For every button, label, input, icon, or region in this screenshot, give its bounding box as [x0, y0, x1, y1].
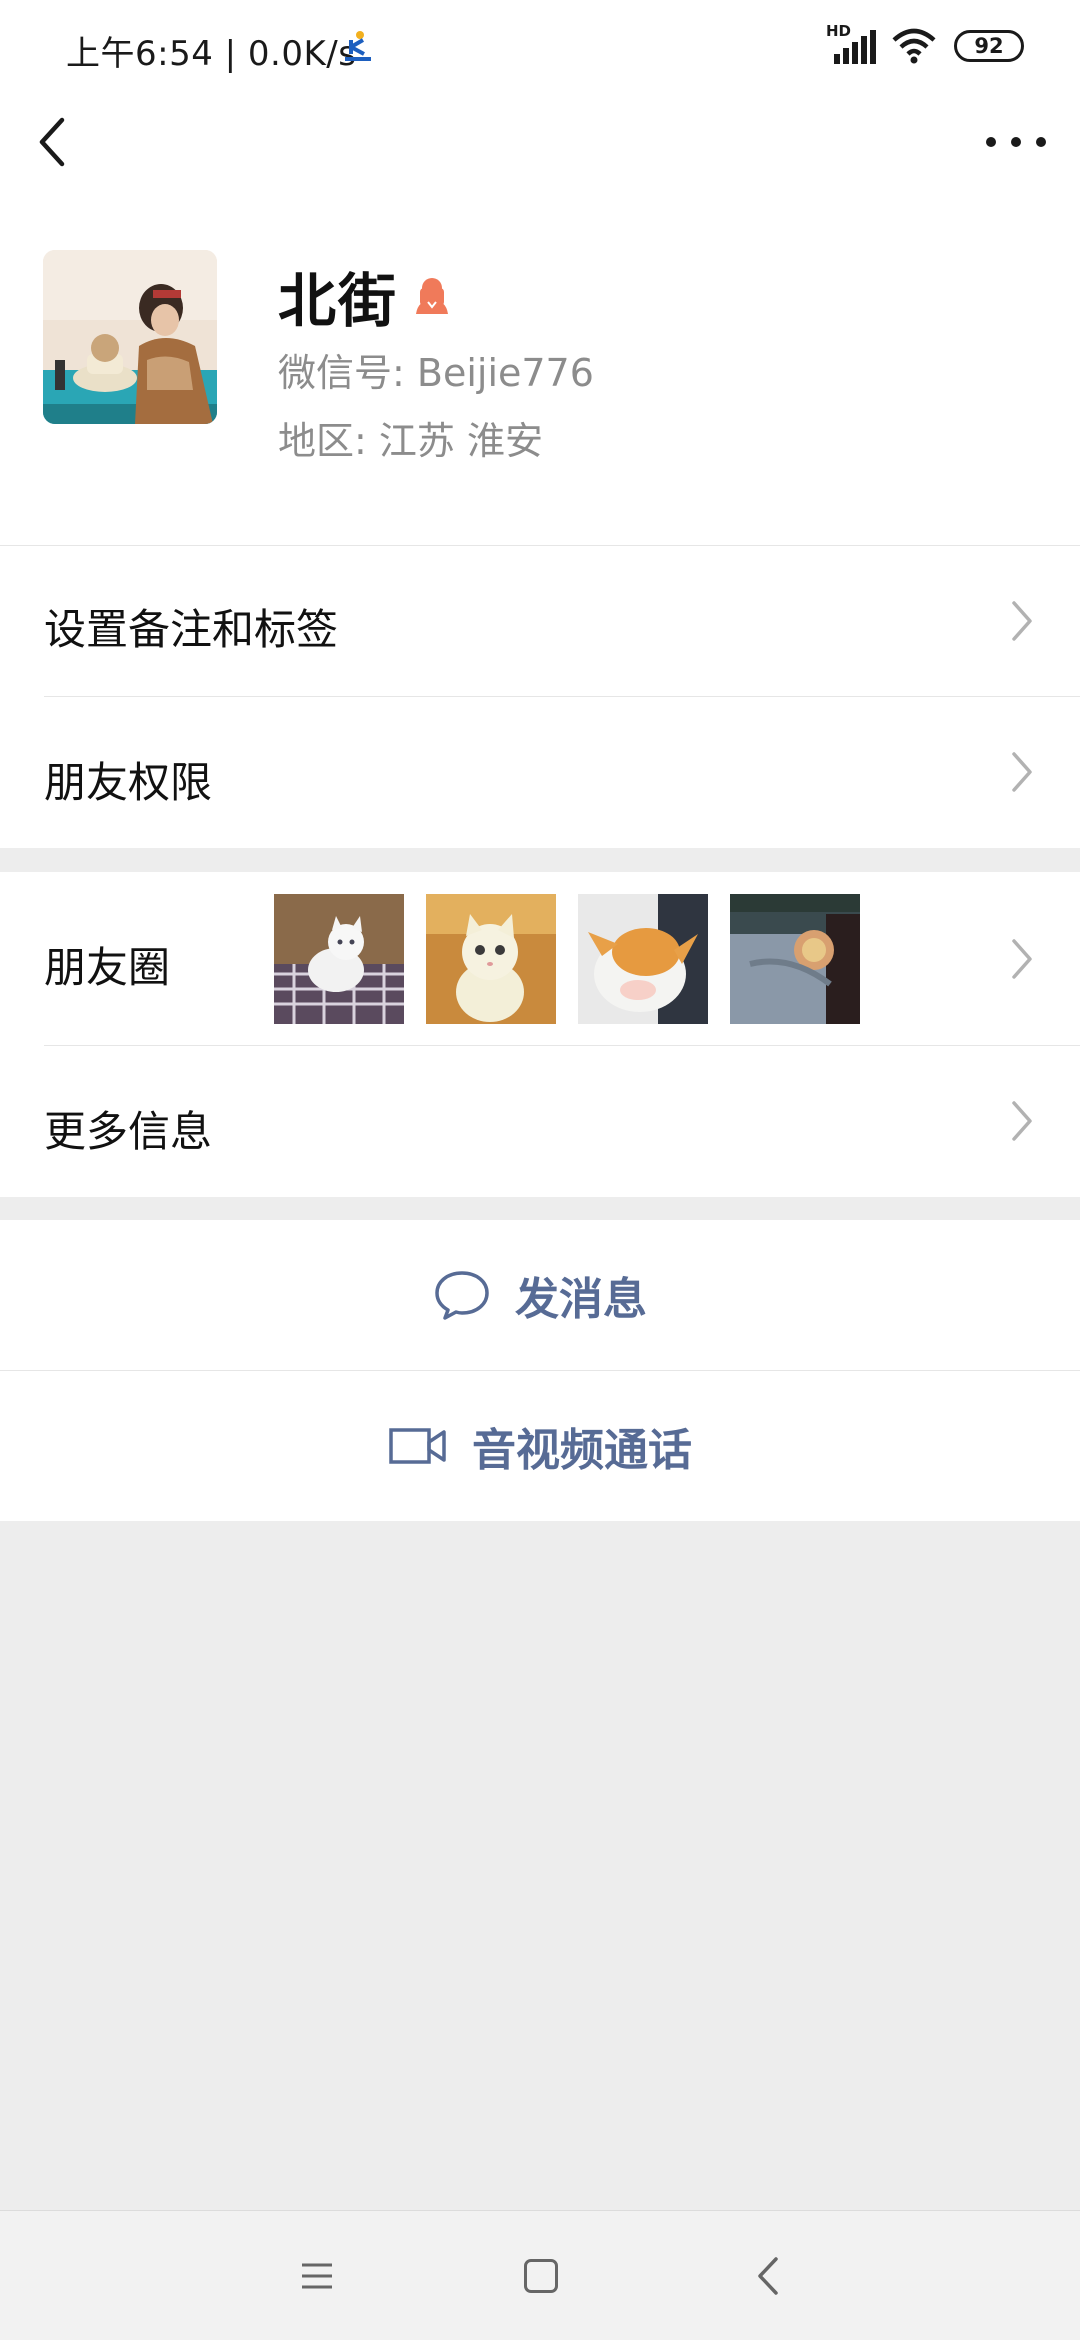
- remark-tags-label: 设置备注和标签: [44, 605, 339, 654]
- back-chevron-icon[interactable]: [34, 114, 74, 170]
- av-call-button[interactable]: 音视频通话: [0, 1371, 1080, 1521]
- nav-bar: [0, 96, 1080, 188]
- menu-icon[interactable]: [300, 2261, 334, 2291]
- friend-permissions-label: 朋友权限: [44, 758, 213, 807]
- send-message-label: 发消息: [515, 1274, 647, 1325]
- contact-name: 北街: [278, 267, 399, 335]
- moments-thumbnails: [274, 894, 860, 1024]
- chevron-right-icon: [1012, 601, 1032, 641]
- avatar[interactable]: [43, 250, 217, 424]
- chevron-right-icon: [1012, 752, 1032, 792]
- remark-tags-row[interactable]: 设置备注和标签: [0, 546, 1080, 697]
- friend-permissions-row[interactable]: 朋友权限: [0, 697, 1080, 848]
- more-info-label: 更多信息: [44, 1107, 213, 1156]
- status-time-speed: 上午6:54 | 0.0K/s: [66, 34, 357, 74]
- battery-level: 92: [974, 34, 1004, 58]
- moments-row[interactable]: 朋友圈: [0, 872, 1080, 1046]
- more-info-row[interactable]: 更多信息: [0, 1046, 1080, 1197]
- chat-bubble-icon: [435, 1271, 489, 1320]
- chevron-right-icon: [1012, 939, 1032, 979]
- moments-photo-2: [426, 894, 556, 1024]
- av-call-label: 音视频通话: [472, 1425, 692, 1476]
- wifi-icon: [892, 28, 936, 64]
- send-message-button[interactable]: 发消息: [0, 1220, 1080, 1370]
- profile-header: 北街 微信号: Beijie776 地区: 江苏 淮安: [0, 188, 1080, 546]
- female-icon: [416, 278, 449, 314]
- battery-icon: 92: [954, 30, 1024, 62]
- region: 地区: 江苏 淮安: [278, 419, 543, 463]
- home-icon[interactable]: [524, 2259, 558, 2293]
- moments-label: 朋友圈: [44, 943, 171, 992]
- system-back-icon[interactable]: [756, 2255, 780, 2297]
- chevron-right-icon: [1012, 1101, 1032, 1141]
- moments-photo-4: [730, 894, 860, 1024]
- more-dots-icon[interactable]: [986, 122, 1046, 162]
- system-nav-bar: [0, 2210, 1080, 2340]
- cellular-signal-icon: HD: [826, 22, 876, 64]
- wechat-id: 微信号: Beijie776: [278, 351, 594, 395]
- status-bar: 上午6:54 | 0.0K/s HD 92: [0, 0, 1080, 96]
- moments-photo-3: [578, 894, 708, 1024]
- app-notification-icon: [345, 31, 371, 61]
- moments-photo-1: [274, 894, 404, 1024]
- video-camera-icon: [389, 1428, 446, 1464]
